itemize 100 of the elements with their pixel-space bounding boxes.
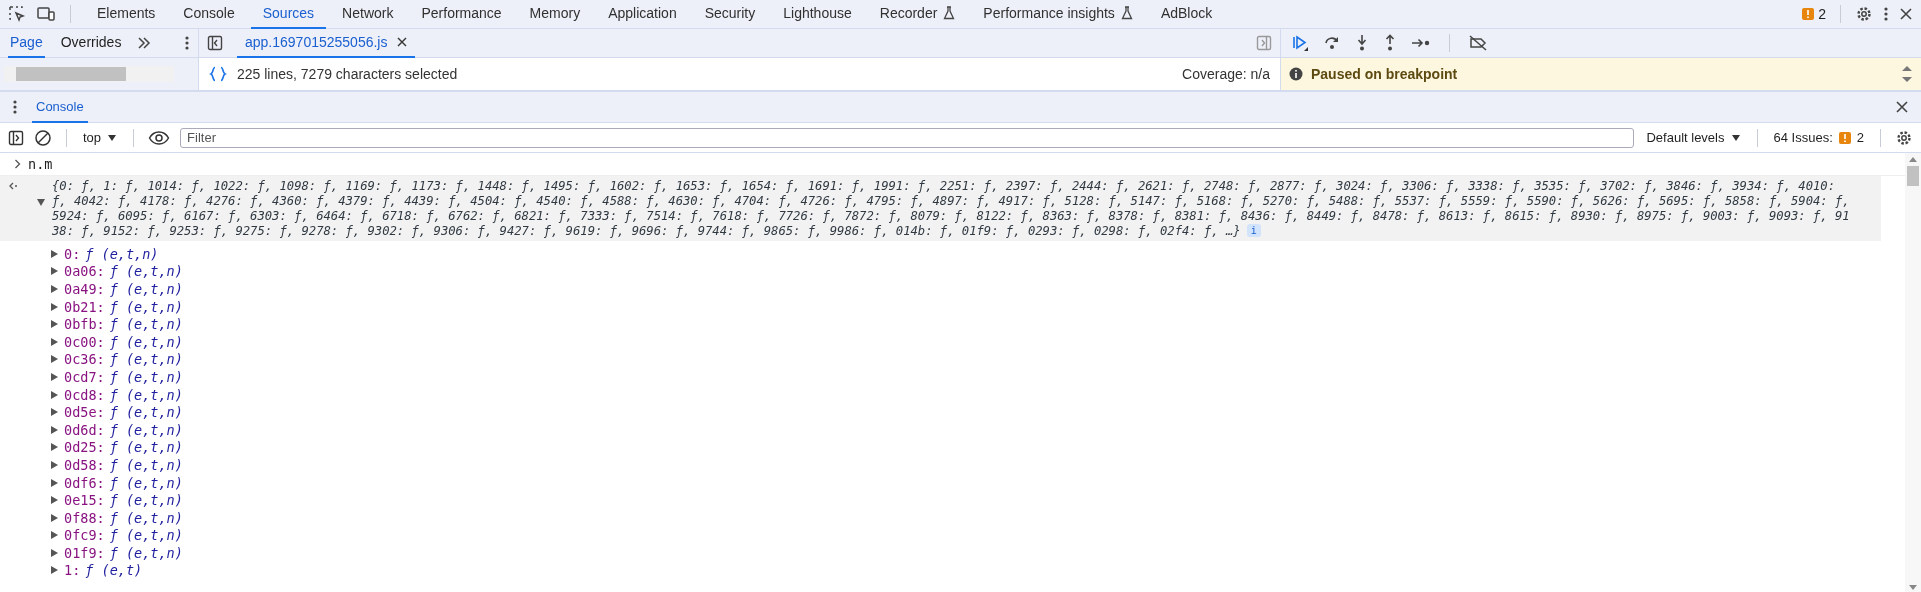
more-icon[interactable] xyxy=(184,35,190,51)
object-preview-line: 38: ƒ, 9152: ƒ, 9253: ƒ, 9275: ƒ, 9278: ƒ, 9302: ƒ, 9306: ƒ, 9427: ƒ, 9619: ƒ, 9696: ƒ, 9744: ƒ, 9865: ƒ, 9986: ƒ, 014b: ƒ, 01f9: ƒ, 0293: ƒ, 0298: ƒ, 02f4: ƒ, …} xyxy=(52,223,1241,238)
panel-tab[interactable]: Security xyxy=(692,0,768,29)
expand-triangle-icon[interactable] xyxy=(50,319,59,330)
drawer-tab[interactable]: Console xyxy=(32,91,88,123)
object-preview-line: 5924: ƒ, 6095: ƒ, 6167: ƒ, 6303: ƒ, 6464: ƒ, 6718: ƒ, 6762: ƒ, 6821: ƒ, 7333: ƒ, 7514: ƒ, 7618: ƒ, 7726: ƒ, 7872: ƒ, 8079: ƒ, 8122: ƒ, 8363: ƒ, 8378: ƒ, 8381: ƒ, 8436: ƒ, 8449: ƒ, 8478: ƒ, 8613: ƒ, 8615: ƒ, 8930: ƒ, 8975: ƒ, 9003: ƒ, 9093: ƒ, 91 xyxy=(52,208,1850,223)
settings-icon[interactable] xyxy=(1895,128,1913,147)
sidebar-toggle-icon[interactable] xyxy=(207,35,223,51)
levels-dropdown[interactable]: Default levels xyxy=(1644,130,1743,145)
braces-icon[interactable] xyxy=(209,66,227,82)
scroll-down-icon[interactable] xyxy=(1908,584,1918,592)
property-key: 0: xyxy=(64,245,81,262)
expand-triangle-icon[interactable] xyxy=(50,266,59,277)
property-value: ƒ (e,t,n) xyxy=(109,509,183,526)
property-key: 0d25: xyxy=(64,439,105,456)
panel-tab[interactable]: AdBlock xyxy=(1148,0,1225,29)
property-value: ƒ (e,t,n) xyxy=(109,386,183,403)
caret-icon xyxy=(107,133,118,142)
expand-triangle-icon[interactable] xyxy=(50,495,59,506)
step-over-icon[interactable] xyxy=(1323,34,1341,52)
expand-triangle-icon[interactable] xyxy=(50,530,59,541)
issues-button[interactable]: 64 Issues: 2 xyxy=(1771,130,1866,145)
property-value: ƒ (e,t,n) xyxy=(109,263,183,280)
console-command: n.m xyxy=(28,156,53,172)
sidebar-toggle-icon[interactable] xyxy=(8,129,24,146)
scroll-up-icon[interactable] xyxy=(1908,155,1918,163)
vertical-scrollbar[interactable] xyxy=(1905,153,1921,592)
panel-tab[interactable]: Lighthouse xyxy=(771,0,864,29)
expand-triangle-icon[interactable] xyxy=(50,547,59,558)
property-value: ƒ (e,t,n) xyxy=(109,351,183,368)
horizontal-scrollbar[interactable] xyxy=(4,66,174,82)
inspect-icon[interactable] xyxy=(8,5,26,23)
property-key: 0c00: xyxy=(64,333,105,350)
expand-triangle-icon[interactable] xyxy=(50,407,59,418)
file-tab[interactable]: app.1697015255056.js xyxy=(237,28,416,58)
chevron-icon[interactable] xyxy=(137,37,152,49)
close-icon[interactable] xyxy=(397,37,408,47)
expand-triangle-icon[interactable] xyxy=(50,354,59,365)
issues-count: 2 xyxy=(1818,6,1826,22)
navigator-tab[interactable]: Overrides xyxy=(58,28,124,58)
expand-triangle-icon[interactable] xyxy=(50,284,59,294)
panel-tab[interactable]: Recorder xyxy=(867,0,968,29)
step-icon[interactable] xyxy=(1411,36,1431,50)
more-icon[interactable] xyxy=(1883,6,1889,22)
step-into-icon[interactable] xyxy=(1355,34,1369,52)
expand-triangle-icon[interactable] xyxy=(50,459,59,470)
info-icon xyxy=(1289,67,1303,81)
property-key: 0d58: xyxy=(64,456,105,473)
property-value: ƒ (e,t) xyxy=(85,562,143,579)
panel-tab[interactable]: Performance xyxy=(409,0,514,29)
property-value: ƒ (e,t,n) xyxy=(109,527,183,544)
panel-tab[interactable]: Console xyxy=(171,0,247,29)
property-value: ƒ (e,t,n) xyxy=(85,245,159,262)
expand-triangle-icon[interactable] xyxy=(50,477,59,488)
step-out-icon[interactable] xyxy=(1383,34,1397,52)
expand-triangle-icon[interactable] xyxy=(50,424,59,435)
property-key: 0d5e: xyxy=(64,404,105,421)
property-value: ƒ (e,t,n) xyxy=(109,368,183,385)
close-icon[interactable] xyxy=(1895,100,1909,114)
deactivate-breakpoints-icon[interactable] xyxy=(1468,35,1488,51)
property-value: ƒ (e,t,n) xyxy=(109,281,183,297)
close-icon[interactable] xyxy=(1899,7,1913,21)
device-icon[interactable] xyxy=(36,5,56,23)
info-badge[interactable]: i xyxy=(1246,224,1261,237)
filter-field[interactable]: Filter xyxy=(180,127,1635,148)
settings-icon[interactable] xyxy=(1855,5,1873,23)
property-key: 0c36: xyxy=(64,351,105,368)
property-value: ƒ (e,t,n) xyxy=(109,439,183,456)
resume-icon[interactable] xyxy=(1291,34,1309,52)
property-key: 0b21: xyxy=(64,298,105,315)
expand-triangle-icon[interactable] xyxy=(50,336,59,347)
panel-tab[interactable]: Memory xyxy=(517,0,593,29)
panel-tab[interactable]: Performance insights xyxy=(971,0,1145,29)
selection-info: 225 lines, 7279 characters selected xyxy=(237,66,458,82)
clear-console-icon[interactable] xyxy=(34,128,52,147)
scroll-thumb[interactable] xyxy=(1907,166,1919,186)
expand-triangle-icon[interactable] xyxy=(50,301,59,312)
prompt-icon xyxy=(14,159,22,169)
panel-tab[interactable]: Elements xyxy=(85,0,168,29)
context-dropdown[interactable]: top xyxy=(81,130,120,145)
property-key: 0fc9: xyxy=(64,527,105,544)
more-icon[interactable] xyxy=(12,99,18,115)
expand-triangle-icon[interactable] xyxy=(36,197,46,207)
warning-icon xyxy=(1838,131,1851,144)
issues-counter[interactable]: 2 xyxy=(1802,6,1826,22)
object-preview-line: ƒ, 4042: ƒ, 4178: ƒ, 4276: ƒ, 4360: ƒ, 4379: ƒ, 4439: ƒ, 4504: ƒ, 4540: ƒ, 4588: ƒ, 4630: ƒ, 4704: ƒ, 4726: ƒ, 4795: ƒ, 4897: ƒ, 4917: ƒ, 5128: ƒ, 5147: ƒ, 5168: ƒ, 5270: ƒ, 5488: ƒ, 5537: ƒ, 5559: ƒ, 5590: ƒ, 5626: ƒ, 5695: ƒ, 5858: ƒ, 5904: ƒ, xyxy=(52,193,1850,208)
expand-triangle-icon[interactable] xyxy=(50,565,59,576)
panel-tab[interactable]: Application xyxy=(596,0,689,29)
expand-triangle-icon[interactable] xyxy=(50,389,59,400)
property-value: ƒ (e,t,n) xyxy=(109,456,183,473)
coverage-info: Coverage: n/a xyxy=(1182,66,1270,82)
expand-triangle-icon[interactable] xyxy=(50,512,59,523)
expand-triangle-icon[interactable] xyxy=(50,248,59,259)
sidebar-toggle-icon[interactable] xyxy=(1256,35,1272,51)
property-value: ƒ (e,t,n) xyxy=(109,474,183,491)
panel-tab[interactable]: Network xyxy=(330,0,406,29)
expand-triangle-icon[interactable] xyxy=(50,442,59,453)
expand-triangle-icon[interactable] xyxy=(50,371,59,382)
eye-icon[interactable] xyxy=(148,130,171,145)
property-key: 0d6d: xyxy=(64,421,105,438)
